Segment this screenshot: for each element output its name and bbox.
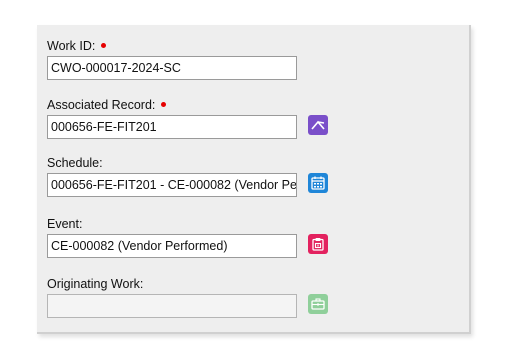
originating-work-input[interactable] (47, 294, 297, 318)
originating-work-button[interactable] (308, 294, 328, 314)
originating-work-label-row: Originating Work: (47, 277, 143, 291)
required-indicator (101, 43, 107, 48)
work-details-panel: Work ID: CWO-000017-2024-SC Associated R… (37, 25, 471, 334)
event-input[interactable]: CE-000082 (Vendor Performed) (47, 234, 297, 258)
associated-record-button[interactable] (308, 115, 328, 135)
associated-record-input[interactable]: 000656-FE-FIT201 (47, 115, 297, 139)
originating-work-field: Originating Work: (47, 277, 328, 318)
associated-record-label-row: Associated Record: (47, 98, 167, 112)
event-label: Event: (47, 217, 83, 231)
event-field: Event: CE-000082 (Vendor Performed) (47, 217, 328, 258)
required-indicator (161, 102, 167, 107)
link-arrow-icon (311, 120, 325, 130)
associated-record-field: Associated Record: 000656-FE-FIT201 (47, 98, 328, 139)
clipboard-icon (312, 238, 324, 251)
associated-record-label: Associated Record: (47, 98, 156, 112)
work-id-field: Work ID: CWO-000017-2024-SC (47, 39, 297, 80)
schedule-input[interactable]: 000656-FE-FIT201 - CE-000082 (Vendor Per… (47, 173, 297, 197)
schedule-label-row: Schedule: (47, 156, 103, 170)
schedule-field: Schedule: 000656-FE-FIT201 - CE-000082 (… (47, 156, 328, 197)
work-id-label-row: Work ID: (47, 39, 107, 53)
toolbox-icon (311, 298, 325, 310)
event-label-row: Event: (47, 217, 82, 231)
event-button[interactable] (308, 234, 328, 254)
originating-work-label: Originating Work: (47, 277, 144, 291)
schedule-label: Schedule: (47, 156, 103, 170)
work-id-input[interactable]: CWO-000017-2024-SC (47, 56, 297, 80)
work-id-label: Work ID: (47, 39, 96, 53)
calendar-icon (311, 176, 325, 190)
schedule-button[interactable] (308, 173, 328, 193)
